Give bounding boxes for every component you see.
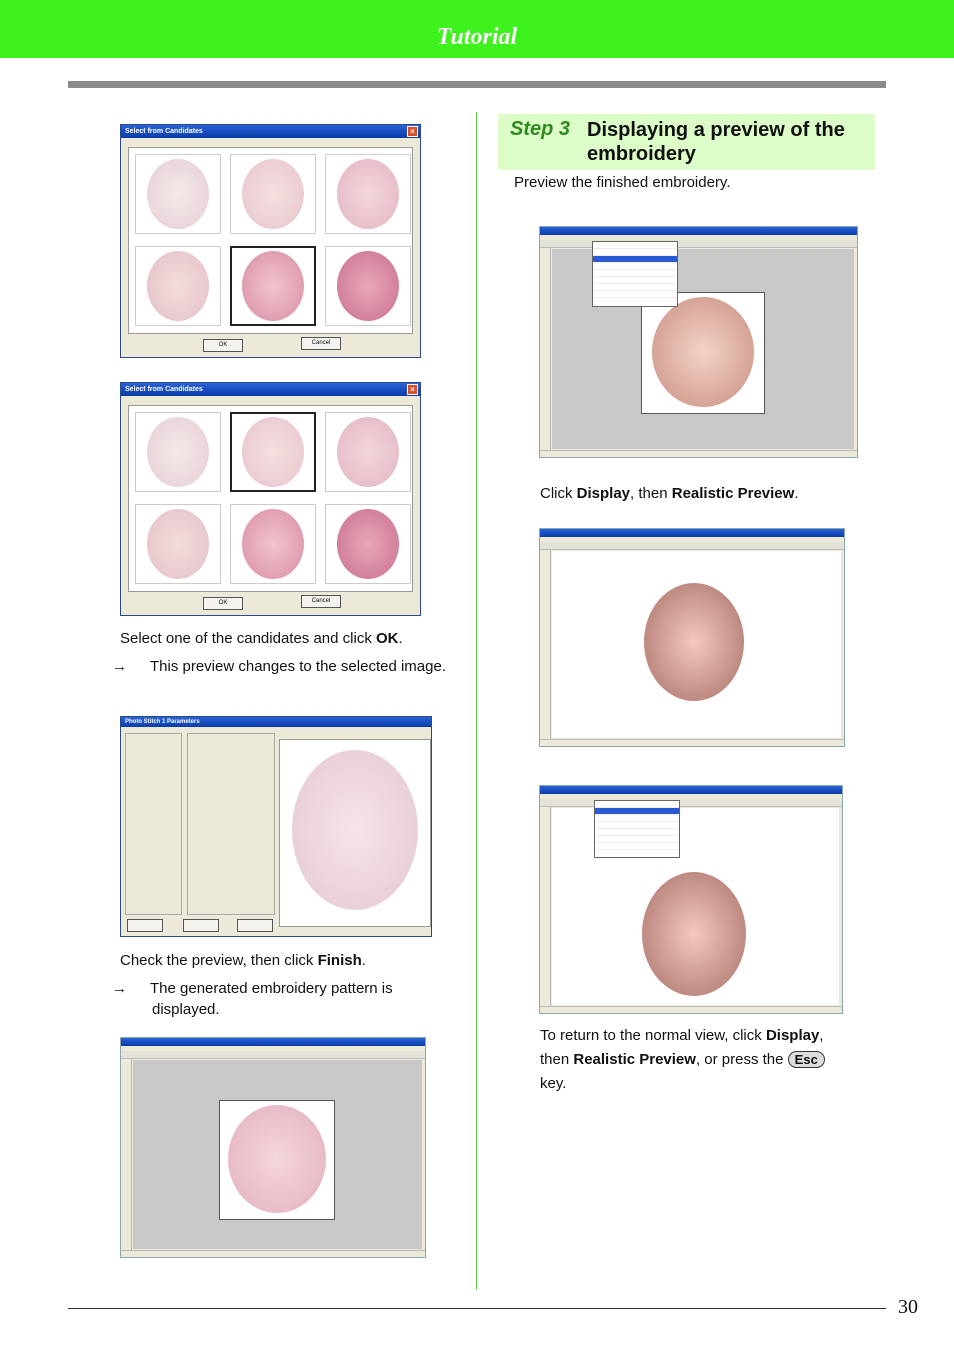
ok-button[interactable]: OK [203, 339, 243, 352]
bottom-rule [68, 1308, 886, 1309]
tool-sidebar [121, 1059, 132, 1251]
realistic-preview-screenshot [539, 528, 845, 747]
embroidery-preview [644, 583, 744, 701]
instruction-finish: Check the preview, then click Finish. [120, 952, 366, 969]
return-instruction: To return to the normal view, click Disp… [540, 1027, 825, 1092]
realistic-preview-menu-screenshot [539, 785, 843, 1014]
app-titlebar [540, 529, 844, 537]
candidate-1[interactable] [135, 412, 221, 492]
esc-key-icon: Esc [787, 1051, 825, 1068]
preview-image [279, 739, 431, 927]
sewing-options-panel [125, 733, 182, 915]
step-number: Step 3 [510, 118, 571, 140]
app-titlebar [540, 227, 857, 235]
candidate-4[interactable] [135, 246, 221, 326]
candidate-2[interactable] [230, 412, 316, 492]
tool-bar [540, 799, 842, 807]
app-titlebar [540, 786, 842, 794]
dialog-titlebar: Select from Candidates × [121, 383, 420, 396]
tool-sidebar [540, 807, 551, 1007]
layout-editing-screenshot-normal [120, 1037, 426, 1258]
display-menu-dropdown[interactable] [594, 800, 680, 858]
status-bar [540, 450, 857, 457]
candidate-5[interactable] [230, 504, 316, 584]
design-canvas [133, 1060, 422, 1249]
dialog-titlebar: Photo Stitch 1 Parameters [121, 717, 431, 727]
display-menu-dropdown[interactable] [592, 241, 678, 307]
candidate-5[interactable] [230, 246, 316, 326]
tool-sidebar [540, 248, 551, 451]
embroidery-preview [642, 872, 746, 996]
instruction-display-realistic: Click Display, then Realistic Preview. [540, 485, 799, 502]
header-title: Tutorial [436, 24, 518, 50]
close-icon[interactable]: × [407, 384, 418, 395]
candidate-1[interactable] [135, 154, 221, 234]
candidate-2[interactable] [230, 154, 316, 234]
candidate-grid [128, 147, 413, 334]
layout-editing-screenshot-display-menu [539, 226, 858, 458]
close-icon[interactable]: × [407, 126, 418, 137]
color-options-panel [187, 733, 275, 915]
back-button[interactable] [127, 919, 163, 932]
tool-bar [121, 1051, 425, 1059]
candidate-6[interactable] [325, 504, 411, 584]
page-number: 30 [898, 1296, 918, 1318]
dialog-titlebar: Select from Candidates × [121, 125, 420, 138]
tool-sidebar [540, 550, 551, 740]
status-bar [540, 739, 844, 746]
params-cancel-button[interactable] [183, 919, 219, 932]
ok-button[interactable]: OK [203, 597, 243, 610]
cancel-button[interactable]: Cancel [301, 337, 341, 350]
top-rule [68, 81, 886, 88]
candidate-3[interactable] [325, 412, 411, 492]
header-banner: Tutorial [0, 0, 954, 58]
candidate-4[interactable] [135, 504, 221, 584]
status-bar [121, 1250, 425, 1257]
intro-text: Preview the finished embroidery. [514, 174, 731, 191]
candidates-dialog-2: Select from Candidates × OK Cancel [120, 382, 421, 616]
instruction-select: Select one of the candidates and click O… [120, 630, 403, 647]
candidate-6[interactable] [325, 246, 411, 326]
step-title: Displaying a preview of the embroidery [587, 119, 845, 165]
candidates-dialog-1: Select from Candidates × OK Cancel [120, 124, 421, 358]
design-page [219, 1100, 335, 1220]
photo-stitch-params-dialog: Photo Stitch 1 Parameters [120, 716, 432, 937]
app-titlebar [121, 1038, 425, 1046]
candidate-3[interactable] [325, 154, 411, 234]
step-heading: Step 3 Displaying a preview of the embro… [498, 114, 875, 170]
menu-item-realistic-preview[interactable] [593, 256, 677, 263]
tool-bar [540, 240, 857, 248]
status-bar [540, 1006, 842, 1013]
candidate-grid [128, 405, 413, 592]
design-canvas [552, 551, 841, 738]
column-divider [476, 112, 477, 1290]
tool-bar [540, 542, 844, 550]
menu-item-realistic-preview[interactable] [595, 808, 679, 815]
result-preview-changes: → This preview changes to the selected im… [112, 658, 446, 675]
finish-button[interactable] [237, 919, 273, 932]
cancel-button[interactable]: Cancel [301, 595, 341, 608]
design-page [641, 292, 765, 414]
result-pattern-displayed: → The generated embroidery pattern is dis… [112, 980, 393, 1018]
